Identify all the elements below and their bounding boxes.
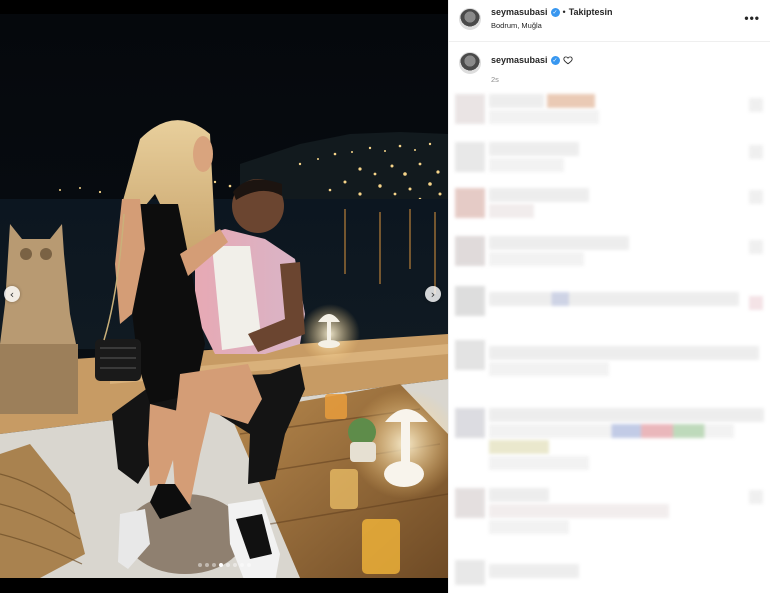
blurred-comment	[749, 240, 763, 254]
blurred-comment	[489, 346, 759, 360]
blurred-comment	[455, 188, 485, 218]
username-link[interactable]: seymasubasi	[491, 7, 548, 17]
chevron-right-icon: ›	[430, 287, 436, 301]
blurred-comment	[749, 296, 763, 310]
blurred-comment	[749, 98, 763, 112]
carousel-dot	[218, 563, 223, 567]
header-username-row: seymasubasi ✓ • Takiptesin	[491, 7, 613, 17]
blurred-comment	[749, 145, 763, 159]
carousel-dot	[239, 563, 244, 567]
blurred-comment	[489, 292, 739, 306]
post-header: seymasubasi ✓ • Takiptesin Bodrum, Muğla…	[449, 0, 770, 42]
blurred-comment	[489, 504, 669, 518]
blurred-comment	[455, 488, 485, 518]
blurred-comment	[455, 236, 485, 266]
carousel-dots	[0, 563, 448, 567]
blurred-comment	[489, 204, 534, 218]
blurred-comment	[489, 362, 609, 376]
blurred-comment	[489, 142, 579, 156]
verified-badge-icon: ✓	[550, 55, 560, 65]
blurred-comment	[455, 408, 485, 438]
carousel-next-button[interactable]: ›	[425, 286, 441, 302]
blurred-comment	[749, 190, 763, 204]
location-link[interactable]: Bodrum, Muğla	[491, 21, 542, 30]
follow-button[interactable]: Takiptesin	[569, 7, 613, 17]
blurred-comment	[489, 440, 549, 454]
blurred-comment	[455, 286, 485, 316]
blurred-comment	[489, 158, 564, 172]
blurred-comment	[489, 456, 589, 470]
blurred-comment	[455, 142, 485, 172]
carousel-dot	[225, 563, 230, 567]
blurred-comment	[489, 252, 584, 266]
separator-dot: •	[562, 7, 566, 17]
comments-area-blurred	[449, 90, 770, 593]
blurred-comment	[489, 94, 544, 108]
blurred-comment	[455, 560, 485, 585]
post-media: ‹ ›	[0, 0, 448, 593]
blurred-comment	[489, 110, 599, 124]
blurred-comment	[489, 520, 569, 534]
blurred-comment	[489, 236, 629, 250]
blurred-comment	[455, 94, 485, 124]
carousel-prev-button[interactable]: ‹	[4, 286, 20, 302]
carousel-dot	[211, 563, 216, 567]
post-photo[interactable]	[0, 14, 448, 578]
caption-username-link[interactable]: seymasubasi	[491, 55, 548, 65]
carousel-dot	[197, 563, 202, 567]
caption-avatar[interactable]	[459, 52, 481, 74]
chevron-left-icon: ‹	[9, 287, 15, 301]
blurred-comment	[489, 488, 549, 502]
heart-icon[interactable]	[562, 55, 573, 65]
carousel-dot	[232, 563, 237, 567]
verified-badge-icon: ✓	[550, 7, 560, 17]
blurred-comment	[547, 94, 595, 108]
carousel-dot	[246, 563, 251, 567]
caption-username-row: seymasubasi ✓	[491, 55, 573, 65]
blurred-comment	[489, 424, 734, 438]
blurred-comment	[749, 490, 763, 504]
blurred-comment	[489, 408, 764, 422]
post-timestamp: 2s	[491, 75, 499, 84]
blurred-comment	[489, 188, 589, 202]
blurred-comment	[455, 340, 485, 370]
blurred-comment	[489, 564, 579, 578]
post-panel: seymasubasi ✓ • Takiptesin Bodrum, Muğla…	[448, 0, 770, 593]
avatar[interactable]	[459, 8, 481, 30]
carousel-dot	[204, 563, 209, 567]
photo-illustration	[0, 14, 448, 578]
more-options-button[interactable]: •••	[744, 11, 760, 25]
